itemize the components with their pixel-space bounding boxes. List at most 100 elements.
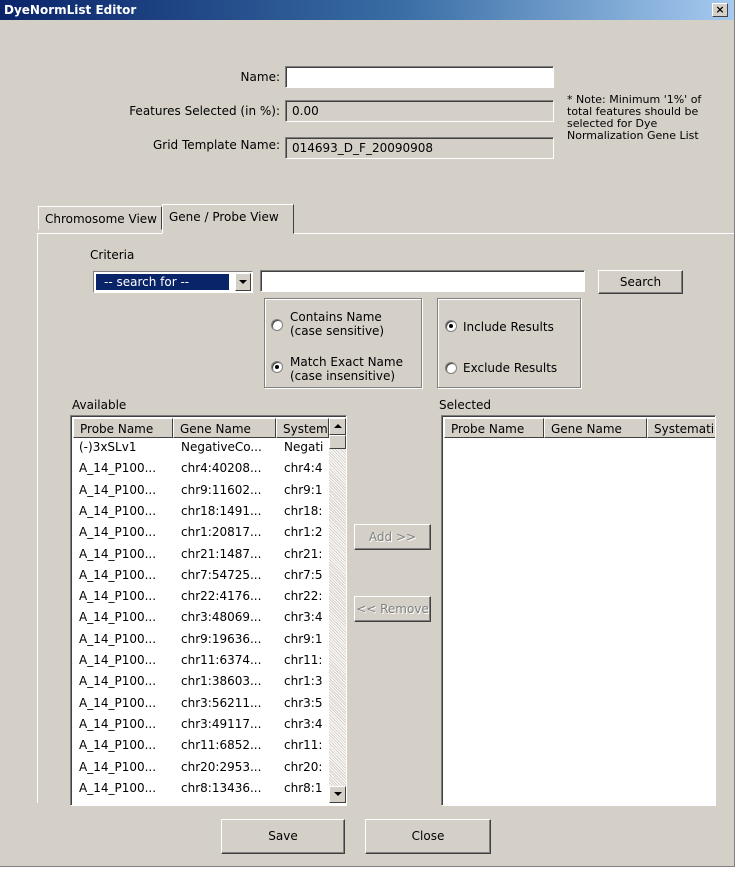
available-cell[interactable]: chr3:56211... bbox=[181, 696, 281, 710]
available-cell[interactable]: (-)3xSLv1 bbox=[79, 440, 177, 454]
available-cell[interactable]: chr21:1487... bbox=[181, 547, 281, 561]
available-cell[interactable]: A_14_P100... bbox=[79, 738, 177, 752]
available-cell[interactable]: A_14_P100... bbox=[79, 610, 177, 624]
tab-gene-probe-view[interactable]: Gene / Probe View bbox=[162, 204, 294, 234]
scroll-down-arrow-icon[interactable] bbox=[329, 786, 346, 803]
available-cell[interactable]: chr18: bbox=[284, 504, 328, 518]
tab-chromosome-view[interactable]: Chromosome View bbox=[38, 206, 162, 230]
available-header-systematic-name[interactable]: Systematic Name bbox=[276, 418, 329, 438]
available-cell[interactable]: A_14_P100... bbox=[79, 504, 177, 518]
scroll-up-arrow-icon[interactable] bbox=[329, 418, 346, 435]
scroll-thumb[interactable] bbox=[329, 435, 346, 449]
contains-name-label: Contains Name (case sensitive) bbox=[290, 310, 384, 338]
match-exact-name-radio[interactable] bbox=[271, 361, 283, 373]
search-for-selected-value: -- search for -- bbox=[95, 273, 230, 291]
available-cell[interactable]: A_14_P100... bbox=[79, 525, 177, 539]
available-cell[interactable]: Negati bbox=[284, 440, 328, 454]
available-cell[interactable]: chr22: bbox=[284, 589, 328, 603]
grid-template-label: Grid Template Name: bbox=[152, 138, 280, 152]
available-cell[interactable]: chr20: bbox=[284, 760, 328, 774]
available-cell[interactable]: chr4:40208... bbox=[181, 461, 281, 475]
available-cell[interactable]: chr3:5 bbox=[284, 696, 328, 710]
available-cell[interactable]: NegativeCo... bbox=[181, 440, 281, 454]
remove-button[interactable]: << Remove bbox=[354, 596, 431, 622]
available-cell[interactable]: chr9:1 bbox=[284, 632, 328, 646]
available-cell[interactable]: A_14_P100... bbox=[79, 547, 177, 561]
available-cell[interactable]: chr20:2953... bbox=[181, 760, 281, 774]
available-list[interactable]: Probe Name Gene Name Systematic Name (-)… bbox=[70, 415, 347, 806]
include-results-label: Include Results bbox=[463, 320, 554, 334]
available-cell[interactable]: A_14_P100... bbox=[79, 717, 177, 731]
window-title: DyeNormList Editor bbox=[4, 3, 137, 17]
available-cell[interactable]: A_14_P100... bbox=[79, 461, 177, 475]
title-bar[interactable]: DyeNormList Editor × bbox=[0, 0, 734, 20]
available-vertical-scrollbar[interactable] bbox=[329, 418, 346, 803]
selected-header-systematic-name[interactable]: Systemati bbox=[647, 418, 715, 438]
available-cell[interactable]: chr11:6852... bbox=[181, 738, 281, 752]
available-cell[interactable]: A_14_P100... bbox=[79, 653, 177, 667]
include-results-radio[interactable] bbox=[445, 320, 457, 332]
available-cell[interactable]: chr3:49117... bbox=[181, 717, 281, 731]
available-header-probe-name[interactable]: Probe Name bbox=[73, 418, 173, 438]
available-cell[interactable]: chr18:1491... bbox=[181, 504, 281, 518]
match-exact-line2: (case insensitive) bbox=[290, 369, 396, 383]
name-input[interactable] bbox=[285, 66, 554, 88]
chevron-down-icon[interactable] bbox=[235, 273, 251, 291]
dyenormlist-editor-window: DyeNormList Editor × Name: Features Sele… bbox=[0, 0, 735, 867]
available-cell[interactable]: chr1:20817... bbox=[181, 525, 281, 539]
minimum-features-note: * Note: Minimum '1%' of total features s… bbox=[567, 94, 727, 142]
close-button[interactable]: Close bbox=[365, 819, 491, 854]
available-label: Available bbox=[72, 398, 127, 412]
features-selected-field: 0.00 bbox=[285, 100, 554, 122]
available-cell[interactable]: chr9:11602... bbox=[181, 483, 281, 497]
available-cell[interactable]: chr3:4 bbox=[284, 717, 328, 731]
add-button[interactable]: Add >> bbox=[354, 524, 431, 550]
search-text-input[interactable] bbox=[260, 270, 585, 292]
search-button[interactable]: Search bbox=[598, 270, 683, 294]
available-cell[interactable]: A_14_P100... bbox=[79, 568, 177, 582]
available-cell[interactable]: chr3:48069... bbox=[181, 610, 281, 624]
criteria-label: Criteria bbox=[90, 248, 135, 262]
selected-header-probe-name[interactable]: Probe Name bbox=[444, 418, 544, 438]
selected-list[interactable]: Probe Name Gene Name Systemati bbox=[441, 415, 716, 806]
available-cell[interactable]: A_14_P100... bbox=[79, 781, 177, 795]
search-for-dropdown[interactable]: -- search for -- bbox=[93, 271, 253, 293]
available-cell[interactable]: chr9:1 bbox=[284, 483, 328, 497]
match-exact-line1: Match Exact Name bbox=[290, 355, 403, 369]
exclude-results-label: Exclude Results bbox=[463, 361, 558, 375]
available-cell[interactable]: chr9:19636... bbox=[181, 632, 281, 646]
available-cell[interactable]: chr8:1 bbox=[284, 781, 328, 795]
save-button[interactable]: Save bbox=[221, 819, 345, 854]
available-cell[interactable]: chr1:2 bbox=[284, 525, 328, 539]
note-line: Normalization Gene List bbox=[567, 129, 699, 142]
available-cell[interactable]: chr1:38603... bbox=[181, 674, 281, 688]
available-cell[interactable]: chr7:5 bbox=[284, 568, 328, 582]
available-cell[interactable]: A_14_P100... bbox=[79, 589, 177, 603]
grid-template-field: 014693_D_F_20090908 bbox=[285, 137, 554, 159]
available-cell[interactable]: chr11: bbox=[284, 653, 328, 667]
exclude-results-radio[interactable] bbox=[445, 362, 457, 374]
available-cell[interactable]: chr4:4 bbox=[284, 461, 328, 475]
available-cell[interactable]: chr21: bbox=[284, 547, 328, 561]
close-window-button[interactable]: × bbox=[712, 3, 728, 17]
available-cell[interactable]: A_14_P100... bbox=[79, 632, 177, 646]
available-cell[interactable]: chr8:13436... bbox=[181, 781, 281, 795]
selected-header-gene-name[interactable]: Gene Name bbox=[544, 418, 647, 438]
available-cell[interactable]: chr11: bbox=[284, 738, 328, 752]
available-cell[interactable]: chr3:4 bbox=[284, 610, 328, 624]
contains-name-line1: Contains Name bbox=[290, 310, 382, 324]
available-cell[interactable]: chr22:4176... bbox=[181, 589, 281, 603]
contains-name-line2: (case sensitive) bbox=[290, 324, 385, 338]
available-cell[interactable]: A_14_P100... bbox=[79, 483, 177, 497]
selected-label: Selected bbox=[439, 398, 492, 412]
available-header-gene-name[interactable]: Gene Name bbox=[173, 418, 276, 438]
available-cell[interactable]: A_14_P100... bbox=[79, 760, 177, 774]
available-cell[interactable]: chr7:54725... bbox=[181, 568, 281, 582]
available-cell[interactable]: A_14_P100... bbox=[79, 674, 177, 688]
available-cell[interactable]: chr11:6374... bbox=[181, 653, 281, 667]
match-exact-name-label: Match Exact Name (case insensitive) bbox=[290, 355, 403, 383]
name-label: Name: bbox=[240, 70, 280, 84]
available-cell[interactable]: chr1:3 bbox=[284, 674, 328, 688]
contains-name-radio[interactable] bbox=[271, 319, 283, 331]
available-cell[interactable]: A_14_P100... bbox=[79, 696, 177, 710]
